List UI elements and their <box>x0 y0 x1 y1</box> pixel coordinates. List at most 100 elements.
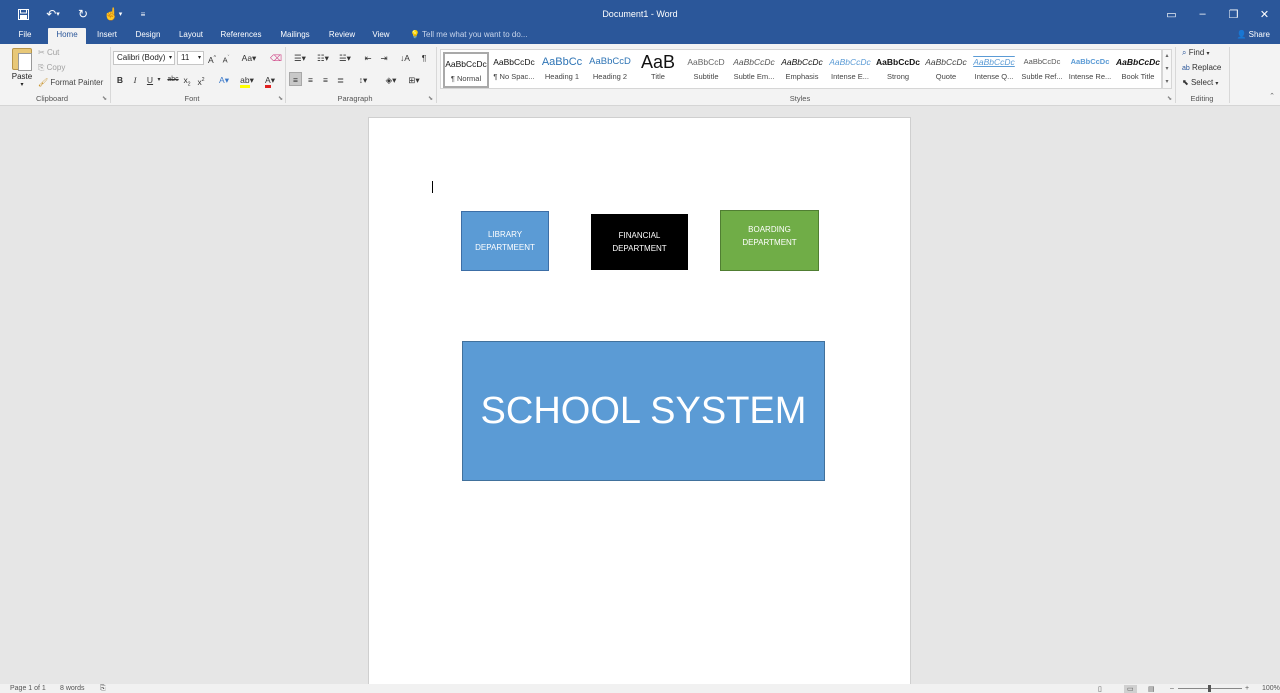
collapse-ribbon-icon[interactable]: ⌃ <box>1266 90 1278 104</box>
zoom-slider-thumb[interactable] <box>1208 685 1211 692</box>
sort-icon[interactable]: ↓A <box>398 51 412 65</box>
style-subtle-reference[interactable]: AaBbCcDc Subtle Ref... <box>1019 52 1065 88</box>
style-heading-2[interactable]: AaBbCcD Heading 2 <box>587 52 633 88</box>
line-spacing-icon[interactable]: ↕▾ <box>353 73 373 87</box>
italic-button[interactable]: I <box>130 73 140 87</box>
document-canvas[interactable]: LIBRARY DEPARTMEENT FINANCIAL DEPARTMENT… <box>0 107 1280 684</box>
format-painter-button[interactable]: 🖌 Format Painter <box>38 78 103 87</box>
shrink-font-icon[interactable]: Aˇ <box>221 51 231 65</box>
share-button[interactable]: 👤 Share <box>1236 28 1270 44</box>
format-painter-label: Format Painter <box>50 78 104 87</box>
restore-button[interactable]: ❐ <box>1218 2 1249 26</box>
style-strong[interactable]: AaBbCcDc Strong <box>875 52 921 88</box>
style-subtle-emphasis[interactable]: AaBbCcDc Subtle Em... <box>731 52 777 88</box>
shape-text-line: DEPARTMEENT <box>475 243 535 252</box>
tab-layout[interactable]: Layout <box>174 28 208 44</box>
tab-mailings[interactable]: Mailings <box>274 28 316 44</box>
style-intense-emphasis[interactable]: AaBbCcDc Intense E... <box>827 52 873 88</box>
select-button[interactable]: ⬉ Select ▾ <box>1182 78 1218 87</box>
read-mode-icon[interactable]: ▯ <box>1098 685 1102 693</box>
web-layout-icon[interactable]: ▤ <box>1148 685 1155 693</box>
bullets-icon[interactable]: ☰▾ <box>289 51 311 65</box>
proofing-icon[interactable]: ⎘ <box>100 685 106 693</box>
cut-button[interactable]: ✂ Cut <box>38 48 59 57</box>
style-intense-reference[interactable]: AaBbCcDc Intense Re... <box>1067 52 1113 88</box>
change-case-icon[interactable]: Aa▾ <box>240 51 258 65</box>
decrease-indent-icon[interactable]: ⇤ <box>361 51 375 65</box>
style-emphasis[interactable]: AaBbCcDc Emphasis <box>779 52 825 88</box>
minimize-button[interactable]: – <box>1187 2 1218 26</box>
chevron-up-icon[interactable]: ▴ <box>1163 50 1171 63</box>
tab-file[interactable]: File <box>10 28 40 44</box>
styles-group-label: Styles <box>789 94 811 103</box>
boarding-department-shape[interactable]: BOARDING DEPARTMENT <box>720 210 819 271</box>
tab-references[interactable]: References <box>216 28 266 44</box>
style-title[interactable]: AaB Title <box>635 52 681 88</box>
zoom-level[interactable]: 100% <box>1262 685 1280 692</box>
copy-button[interactable]: ⎘ Copy <box>38 63 65 73</box>
close-button[interactable]: ✕ <box>1249 2 1280 26</box>
paste-button[interactable]: Paste ▾ <box>8 48 36 92</box>
document-page[interactable]: LIBRARY DEPARTMEENT FINANCIAL DEPARTMENT… <box>368 117 911 684</box>
more-icon[interactable]: ▾ <box>1163 76 1171 89</box>
underline-button[interactable]: U <box>145 73 155 87</box>
clipboard-launcher-icon[interactable]: ⬊ <box>102 95 107 102</box>
borders-icon[interactable]: ⊞▾ <box>404 73 424 87</box>
font-launcher-icon[interactable]: ⬊ <box>278 95 283 102</box>
zoom-in-button[interactable]: + <box>1245 685 1249 692</box>
style-name: ¶ No Spac... <box>493 72 535 81</box>
chevron-down-icon[interactable]: ▾ <box>1163 63 1171 76</box>
style-book-title[interactable]: AaBbCcDc Book Title <box>1115 52 1161 88</box>
style-heading-1[interactable]: AaBbCc Heading 1 <box>539 52 585 88</box>
tab-design[interactable]: Design <box>130 28 166 44</box>
find-button[interactable]: ⌕ Find ▾ <box>1182 48 1210 58</box>
shape-text-line: FINANCIAL <box>618 231 661 240</box>
justify-button[interactable]: ≣ <box>334 73 347 87</box>
grow-font-icon[interactable]: A^ <box>207 51 217 65</box>
library-department-shape[interactable]: LIBRARY DEPARTMEENT <box>461 211 549 271</box>
replace-button[interactable]: ab Replace <box>1182 63 1221 72</box>
numbering-icon[interactable]: ☷▾ <box>312 51 334 65</box>
clear-formatting-icon[interactable]: ⌫ <box>270 51 282 65</box>
tab-home[interactable]: Home <box>48 28 86 44</box>
print-layout-icon[interactable]: ▭ <box>1124 685 1137 693</box>
tab-view[interactable]: View <box>366 28 396 44</box>
page-count[interactable]: Page 1 of 1 <box>10 685 46 692</box>
school-system-shape[interactable]: SCHOOL SYSTEM <box>462 341 825 481</box>
align-right-button[interactable]: ≡ <box>319 73 332 87</box>
styles-launcher-icon[interactable]: ⬊ <box>1167 95 1172 102</box>
financial-department-shape[interactable]: FINANCIAL DEPARTMENT <box>591 214 688 270</box>
zoom-out-button[interactable]: – <box>1170 685 1174 692</box>
word-count[interactable]: 8 words <box>60 685 85 692</box>
style-quote[interactable]: AaBbCcDc Quote <box>923 52 969 88</box>
increase-indent-icon[interactable]: ⇥ <box>377 51 391 65</box>
bold-button[interactable]: B <box>115 73 125 87</box>
paragraph-launcher-icon[interactable]: ⬊ <box>428 95 433 102</box>
ribbon-display-options-icon[interactable]: ▭ <box>1156 2 1187 26</box>
chevron-down-icon[interactable]: ▾ <box>156 73 162 87</box>
ribbon-tabs: File Home Insert Design Layout Reference… <box>0 28 1280 44</box>
align-center-button[interactable]: ≡ <box>304 73 317 87</box>
styles-gallery-scroll[interactable]: ▴ ▾ ▾ <box>1162 49 1172 89</box>
tell-me-box[interactable]: 💡 Tell me what you want to do... <box>410 28 527 44</box>
subscript-button[interactable]: x2 <box>182 73 192 88</box>
lightbulb-icon: 💡 <box>410 30 420 39</box>
style-no-spacing[interactable]: AaBbCcDc ¶ No Spac... <box>491 52 537 88</box>
tab-review[interactable]: Review <box>324 28 360 44</box>
text-effects-icon[interactable]: A▾ <box>216 73 232 87</box>
shading-icon[interactable]: ◈▾ <box>381 73 401 87</box>
group-divider <box>436 47 437 103</box>
style-subtitle[interactable]: AaBbCcD Subtitle <box>683 52 729 88</box>
superscript-button[interactable]: x2 <box>196 73 206 87</box>
style-normal[interactable]: AaBbCcDc ¶ Normal <box>443 52 489 88</box>
multilevel-list-icon[interactable]: ☱▾ <box>335 51 355 65</box>
style-intense-quote[interactable]: AaBbCcDc Intense Q... <box>971 52 1017 88</box>
show-formatting-icon[interactable]: ¶ <box>418 51 430 65</box>
font-family-select[interactable]: Calibri (Body) ▾ <box>113 51 175 65</box>
highlight-color-icon[interactable]: ab▾ <box>238 73 256 88</box>
font-size-select[interactable]: 11 ▾ <box>177 51 204 65</box>
align-left-button[interactable]: ≡ <box>289 72 302 86</box>
strikethrough-button[interactable]: abc <box>166 73 180 87</box>
font-color-icon[interactable]: A▾ <box>261 73 279 88</box>
tab-insert[interactable]: Insert <box>92 28 122 44</box>
